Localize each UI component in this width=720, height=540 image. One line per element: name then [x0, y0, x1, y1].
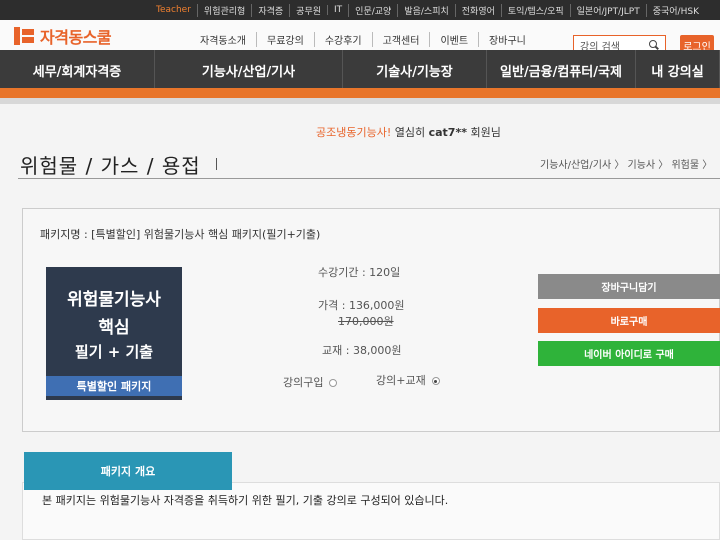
nav-accent-bar: [0, 88, 720, 98]
thumb-title: 위험물기능사: [67, 290, 161, 310]
nav-engineer-master[interactable]: 기술사/기능장: [343, 50, 487, 90]
thumb-contents: 필기 + 기출: [74, 343, 154, 361]
nav-general-finance[interactable]: 일반/금융/컴퓨터/국제: [487, 50, 636, 90]
thumb-badge: 특별할인 패키지: [46, 376, 182, 396]
top-link[interactable]: 자격증: [251, 3, 289, 17]
top-nav-events[interactable]: 이벤트: [429, 32, 478, 47]
nav-my-classroom[interactable]: 내 강의실: [636, 50, 720, 90]
top-link[interactable]: 위험관리형: [196, 3, 251, 17]
package-thumbnail: 위험물기능사 핵심 필기 + 기출 특별할인 패키지: [46, 267, 182, 400]
top-utility-strip: Teacher 위험관리형 자격증 공무원 IT 인문/교양 발음/스피치 전화…: [0, 0, 720, 20]
title-divider: [216, 158, 217, 170]
welcome-course: 공조냉동기능사!: [316, 126, 392, 139]
top-nav-free-lectures[interactable]: 무료강의: [256, 32, 314, 47]
top-link[interactable]: 공무원: [289, 3, 327, 17]
nav-shadow: [0, 98, 720, 104]
top-link[interactable]: 전화영어: [454, 3, 501, 17]
package-name: 패키지명 : [특별할인] 위험물기능사 핵심 패키지(필기+기출): [40, 228, 321, 241]
top-nav-cart[interactable]: 장바구니: [478, 32, 536, 47]
option-lecture-and-book[interactable]: 강의+교재: [376, 372, 440, 388]
buy-now-button[interactable]: 바로구매: [538, 308, 720, 333]
top-link[interactable]: 발음/스피치: [397, 3, 454, 17]
title-underline: [18, 178, 720, 179]
option-lecture-label: 강의구입: [283, 376, 324, 389]
top-link[interactable]: Teacher: [150, 5, 197, 15]
page-title: 위험물 / 가스 / 용접: [20, 154, 201, 178]
nav-craftsman-industrial[interactable]: 기능사/산업/기사: [155, 50, 343, 90]
top-link[interactable]: 중국어/HSK: [645, 3, 705, 17]
top-link[interactable]: IT: [327, 5, 348, 15]
welcome-suffix: 회원님: [466, 126, 501, 139]
radio-lecture[interactable]: [329, 379, 338, 387]
welcome-middle: 열심히: [391, 126, 429, 139]
top-nav-reviews[interactable]: 수강후기: [313, 32, 372, 47]
top-link[interactable]: 토익/텝스/오픽: [500, 3, 570, 17]
logo-text: 자격동스쿨: [40, 28, 112, 47]
top-link[interactable]: 일본어/JPT/JLPT: [569, 3, 646, 17]
price: 가격 : 136,000원: [318, 299, 405, 312]
study-period: 수강기간 : 120일: [318, 266, 401, 279]
search-icon[interactable]: [649, 40, 659, 50]
top-nav-about[interactable]: 자격동소개: [190, 32, 256, 47]
top-nav-customer-center[interactable]: 고객센터: [371, 32, 430, 47]
book-price: 교재 : 38,000원: [322, 344, 402, 357]
option-bundle-label: 강의+교재: [376, 374, 426, 387]
add-to-cart-button[interactable]: 장바구니담기: [538, 274, 720, 299]
option-lecture-only[interactable]: 강의구입: [283, 374, 338, 390]
welcome-message: 공조냉동기능사! 열심히 cat7** 회원님: [316, 124, 501, 140]
top-nav: 자격동소개 무료강의 수강후기 고객센터 이벤트 장바구니: [190, 32, 536, 47]
main-category-nav: 세무/회계자격증 기능사/산업/기사 기술사/기능장 일반/금융/컴퓨터/국제 …: [0, 50, 720, 90]
overview-text: 본 패키지는 위험물기능사 자격증을 취득하기 위한 필기, 기출 강의로 구성…: [42, 494, 449, 507]
tab-package-overview[interactable]: 패키지 개요: [24, 452, 232, 490]
breadcrumb[interactable]: 기능사/산업/기사 〉 기능사 〉 위험물 〉: [540, 156, 712, 171]
welcome-user: cat7**: [428, 126, 467, 139]
top-link[interactable]: 인문/교양: [348, 3, 397, 17]
nav-tax-accounting[interactable]: 세무/회계자격증: [0, 50, 155, 90]
thumb-subtitle: 핵심: [98, 318, 130, 338]
overview-box: [22, 482, 720, 540]
site-logo[interactable]: 자격동스쿨: [14, 24, 112, 48]
radio-bundle[interactable]: [431, 377, 440, 385]
naver-purchase-button[interactable]: 네이버 아이디로 구매: [538, 341, 720, 366]
original-price: 170,000원: [338, 315, 394, 328]
logo-icon: [14, 27, 36, 45]
